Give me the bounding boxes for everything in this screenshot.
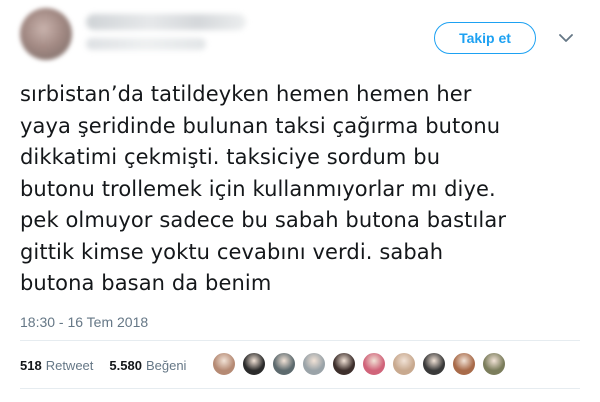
follow-button-label: Takip et	[459, 30, 511, 46]
liker-avatar-1[interactable]	[212, 352, 236, 376]
divider	[20, 340, 580, 341]
liker-avatar-4[interactable]	[302, 352, 326, 376]
display-name-blurred[interactable]	[86, 14, 246, 30]
liker-avatar-8[interactable]	[422, 352, 446, 376]
liker-avatar-10[interactable]	[482, 352, 506, 376]
liker-avatar-7[interactable]	[392, 352, 416, 376]
chevron-down-icon[interactable]	[556, 28, 576, 48]
tweet-timestamp[interactable]: 18:30 - 16 Tem 2018	[20, 314, 148, 330]
liker-avatar-9[interactable]	[452, 352, 476, 376]
tweet-card: Takip et sırbistan’da tatildeyken hemen …	[0, 0, 600, 402]
liker-avatar-5[interactable]	[332, 352, 356, 376]
like-label: Beğeni	[145, 357, 187, 373]
avatar[interactable]	[20, 8, 72, 60]
tweet-text: sırbistan’da tatildeyken hemen hemen her…	[20, 82, 507, 295]
follow-button[interactable]: Takip et	[434, 22, 536, 54]
liker-avatar-2[interactable]	[242, 352, 266, 376]
like-stat[interactable]: 5.580 Beğeni	[109, 358, 186, 373]
username-blurred[interactable]	[86, 38, 206, 50]
like-count: 5.580	[109, 357, 142, 373]
liker-avatar-6[interactable]	[362, 352, 386, 376]
retweet-count: 518	[20, 357, 42, 373]
retweet-stat[interactable]: 518 Retweet	[20, 358, 93, 373]
divider-bottom	[20, 388, 580, 389]
engagement-stats: 518 Retweet 5.580 Beğeni	[20, 350, 202, 380]
liker-avatar-3[interactable]	[272, 352, 296, 376]
retweet-label: Retweet	[45, 357, 94, 373]
liker-avatars	[212, 350, 512, 378]
